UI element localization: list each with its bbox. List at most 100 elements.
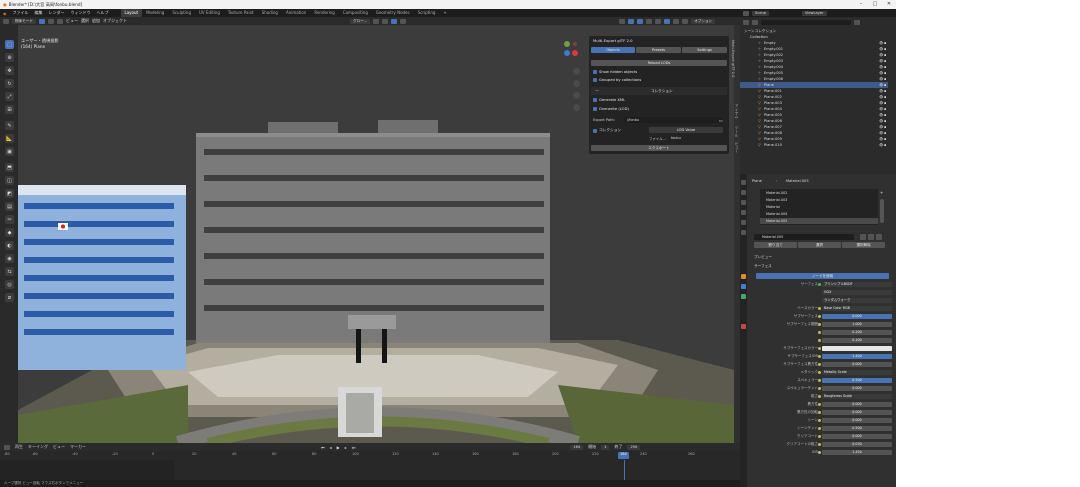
bsdf-input-value[interactable]: 0.000 (822, 402, 892, 407)
slot-scrollbar[interactable] (880, 199, 884, 223)
socket-icon[interactable] (818, 443, 821, 446)
grouped-checkbox[interactable]: Grouped by collections (593, 78, 641, 82)
menu-view[interactable]: ビュー (66, 18, 78, 24)
socket-icon[interactable] (818, 395, 821, 398)
menu-select[interactable]: 選択 (81, 18, 89, 24)
select-tool-icon[interactable]: ⬚ (5, 40, 14, 49)
pan-icon[interactable] (573, 80, 580, 87)
play-icon[interactable]: ▶ (337, 445, 340, 450)
playhead-label[interactable]: 164 (618, 452, 629, 459)
socket-icon[interactable] (818, 283, 821, 286)
menu-render[interactable]: レンダー (49, 10, 65, 16)
tab-compositing[interactable]: Compositing (339, 9, 372, 17)
jump-start-icon[interactable]: ⏮ (321, 445, 325, 450)
display-mode-icon[interactable] (752, 19, 758, 25)
shading-solid-icon[interactable] (664, 18, 671, 24)
transform-orientation-dropdown[interactable]: グロー... (349, 18, 371, 24)
bsdf-input-value[interactable]: 1.400 (822, 354, 892, 359)
bsdf-input-value[interactable]: 1.450 (822, 450, 892, 455)
view-layer-selector[interactable]: ViewLayer (801, 10, 827, 16)
material-slot-item[interactable]: Material.005 (760, 218, 878, 224)
ortho-toggle-icon[interactable] (573, 104, 580, 111)
falloff-icon[interactable] (400, 18, 407, 24)
bsdf-input-value[interactable]: 0.100 (822, 338, 892, 343)
duplicate-material-icon[interactable] (868, 234, 874, 240)
transform-tool-icon[interactable]: ⊞ (5, 105, 14, 114)
bsdf-input-value[interactable]: Base Color RGB (822, 306, 892, 311)
camera-view-icon[interactable] (573, 92, 580, 99)
socket-icon[interactable] (818, 355, 821, 358)
bevel-tool-icon[interactable]: ◩ (5, 189, 14, 198)
bsdf-input-value[interactable]: Metallic Scale (822, 370, 892, 375)
spin-tool-icon[interactable]: ◐ (5, 241, 14, 250)
tab-objects[interactable]: Objects (591, 47, 635, 53)
timeline-editor-icon[interactable] (4, 444, 10, 450)
material-slot-item[interactable]: Material.002 (760, 190, 878, 196)
bsdf-input-value[interactable] (822, 346, 892, 351)
tab-presets[interactable]: Presets (636, 47, 681, 53)
bsdf-input-value[interactable]: 0.000 (822, 362, 892, 367)
socket-icon[interactable] (818, 403, 821, 406)
collection-checkbox[interactable]: コレクション (593, 128, 621, 133)
material-slot-item[interactable]: Material.004 (760, 211, 878, 217)
tab-scripting[interactable]: Scripting (414, 9, 440, 17)
tab-shading[interactable]: Shading (258, 9, 282, 17)
tab-modeling[interactable]: Modeling (142, 9, 168, 17)
menu-help[interactable]: ヘルプ (97, 10, 109, 16)
socket-icon[interactable] (818, 323, 821, 326)
fake-user-icon[interactable] (860, 234, 866, 240)
bsdf-input-value[interactable]: 0.000 (822, 314, 892, 319)
bsdf-input-value[interactable]: 0.200 (822, 330, 892, 335)
socket-icon[interactable] (818, 339, 821, 342)
maximize-icon[interactable]: □ (868, 0, 882, 9)
reload-lods-button[interactable]: Reload LODs (591, 60, 727, 66)
scene-tab-icon[interactable] (741, 220, 746, 225)
outliner-editor-icon[interactable] (743, 19, 749, 25)
socket-icon[interactable] (818, 307, 821, 310)
rotate-tool-icon[interactable]: ↻ (5, 79, 14, 88)
extrude-tool-icon[interactable]: ⬒ (5, 163, 14, 172)
timeline-menu-view[interactable]: ビュー (53, 444, 65, 450)
outliner-row[interactable]: ▽ Plane.010 👁 ▪ (740, 142, 888, 148)
show-hidden-checkbox[interactable]: Show hidden objects (593, 70, 637, 74)
export-button[interactable]: エクスポート (591, 145, 727, 151)
collection-value-dropdown[interactable]: LOD Value (649, 127, 723, 133)
sidebar-tab-multi-export[interactable]: Multi-Export glTF 2.0 (731, 40, 735, 77)
tab-animation[interactable]: Animation (282, 9, 310, 17)
select-extend-icon[interactable] (47, 18, 54, 24)
socket-icon[interactable] (818, 387, 821, 390)
socket-icon[interactable] (818, 435, 821, 438)
bsdf-input-value[interactable]: 0.500 (822, 378, 892, 383)
edge-slide-tool-icon[interactable]: ⇆ (5, 267, 14, 276)
use-nodes-button[interactable]: ノードを使用 (756, 273, 889, 279)
folder-icon[interactable]: ▭ (719, 118, 723, 123)
bsdf-input-value[interactable]: 1.000 (822, 322, 892, 327)
menu-edit[interactable]: 編集 (35, 10, 43, 16)
filter-icon[interactable] (854, 19, 860, 25)
deselect-button[interactable]: 選択解除 (842, 242, 885, 248)
editor-type-icon[interactable] (3, 18, 9, 24)
export-path-input[interactable]: //fonbu (625, 117, 723, 123)
material-tab-icon[interactable] (741, 324, 746, 329)
scene-icon[interactable] (743, 10, 749, 16)
current-frame-field[interactable]: 164 (570, 444, 584, 450)
timeline-menu-keying[interactable]: キーイング (28, 444, 48, 450)
close-icon[interactable]: ✕ (882, 0, 896, 9)
poly-build-tool-icon[interactable]: ◆ (5, 228, 14, 237)
surface-panel-header[interactable]: サーフェス (754, 264, 772, 269)
cursor-tool-icon[interactable]: ⊕ (5, 53, 14, 62)
gizmo-toggle-icon[interactable] (628, 18, 635, 24)
material-slot-item[interactable]: Material.003 (760, 197, 878, 203)
generate-xml-checkbox[interactable]: Generate XML (593, 98, 625, 102)
bsdf-input-value[interactable]: 0.000 (822, 386, 892, 391)
minimize-icon[interactable]: – (854, 0, 868, 9)
render-tab-icon[interactable] (741, 190, 746, 195)
outliner-search-input[interactable] (761, 19, 851, 25)
next-key-icon[interactable]: ▸ (345, 445, 347, 450)
timeline-menu-marker[interactable]: マーカー (70, 444, 86, 450)
modifier-tab-icon[interactable] (741, 284, 746, 289)
options-dropdown[interactable]: オプション (691, 18, 716, 24)
frame-ruler[interactable]: -80 -60 -40 -20 0 20 40 60 80 100 120 14… (0, 452, 740, 460)
start-frame-field[interactable]: 1 (601, 444, 610, 450)
shading-wire-icon[interactable] (655, 18, 662, 24)
